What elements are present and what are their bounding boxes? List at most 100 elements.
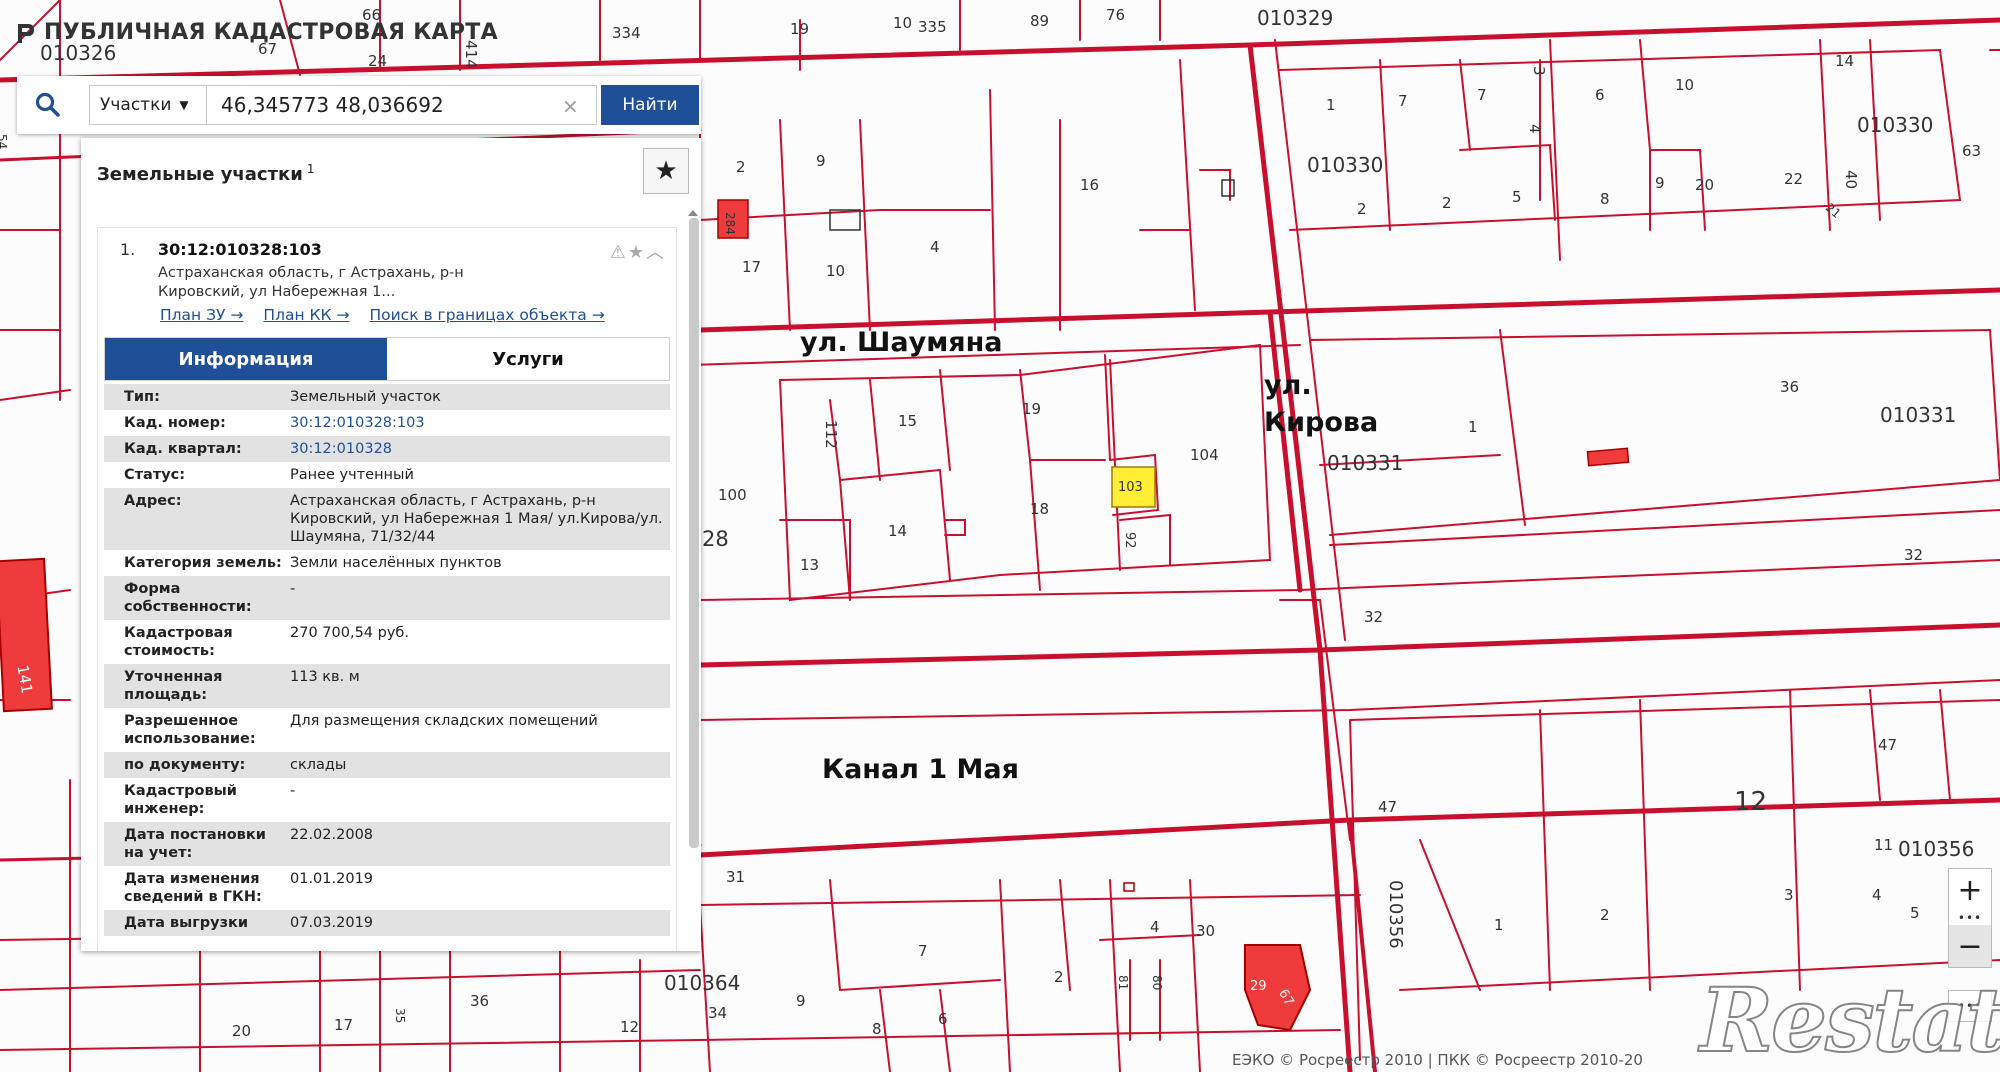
parcel-number: 100 [718,486,747,504]
parcel-number: 7 [1398,92,1408,110]
info-row: Тип: Земельный участок [104,384,670,410]
plan-kk-link[interactable]: План КК → [263,306,349,324]
plan-zu-link[interactable]: План ЗУ → [160,306,243,324]
parcel-number: 54 [0,134,9,149]
parcel-number: 2 [736,158,746,176]
info-key: Дата выгрузки [124,915,249,931]
star-icon: ★ [654,156,678,186]
scrollbar[interactable] [689,218,699,848]
parcel-number: 7 [918,942,928,960]
parcel-number: 5 [1910,904,1920,922]
parcel-number: 10 [1675,76,1694,94]
info-key: по документу: [124,757,246,773]
parcel-number: 2 [1357,200,1367,218]
info-key: Уточненная площадь: [124,669,223,703]
quarter-label: 010329 [1257,6,1333,30]
info-table: Тип: Земельный участок Кад. номер: 30:12:0… [104,384,670,936]
parcel-number: 1 [1326,96,1336,114]
parcel-number: 80 [1150,975,1164,990]
app-title-text: ПУБЛИЧНАЯ КАДАСТРОВАЯ КАРТА [44,20,498,45]
parcel-number: 13 [800,556,819,574]
parcel-number: 334 [612,24,641,42]
info-row: Адрес: Астраханская область, г Астрахань,… [104,488,670,550]
chevron-up-icon[interactable]: ︿ [646,242,666,263]
clear-search-icon[interactable]: × [562,94,579,118]
quarter-label: 010331 [1327,451,1403,475]
search-input[interactable] [207,85,597,125]
warning-icon[interactable]: ⚠ [610,242,628,263]
info-row: Дата изменения сведений в ГКН: 01.01.2019 [104,866,670,910]
parcel-number: 89 [1030,12,1049,30]
info-value: Земли населённых пунктов [290,555,502,571]
parcel-number: 2 [1600,906,1610,924]
parcel-number: 11 [1874,836,1893,854]
info-value: склады [290,757,347,773]
info-value: 270 700,54 руб. [290,625,409,641]
parcel-number: 76 [1106,6,1125,24]
favorite-star-button[interactable]: ★ [643,148,689,194]
parcel-number: 4 [1150,918,1160,936]
parcel-number: 19 [790,20,809,38]
info-value-link[interactable]: 30:12:010328:103 [290,414,670,432]
parcel-number: 1 [1468,418,1478,436]
quarter-label: 010331 [1880,403,1956,427]
result-item[interactable]: 1. 30:12:010328:103 ⚠★︿ Астраханская обл… [97,227,677,951]
parcel-number: 14 [888,522,907,540]
item-address: Астраханская область, г Астрахань, р-н К… [158,265,464,300]
info-key: Форма собственности: [124,581,252,615]
info-value: 113 кв. м [290,669,360,685]
street-label-canal: Канал 1 Мая [822,754,1019,785]
quarter-label: 010330 [1857,113,1933,137]
parcel-number: 29 [1250,979,1267,994]
search-in-bounds-link[interactable]: Поиск в границах объекта → [369,306,604,324]
parcel-number: 92 [1122,532,1137,549]
zoom-out-button[interactable]: − [1949,925,1991,967]
info-value: Для размещения складских помещений [290,713,598,729]
info-row: Статус: Ранее учтенный [104,462,670,488]
info-key: Дата изменения сведений в ГКН: [124,871,262,905]
parcel-number: 4 [930,238,940,256]
parcel-number: 9 [796,992,806,1010]
parcel-number: 20 [232,1022,251,1040]
parcel-number: 284 [723,212,737,235]
search-bar: Участки ▼ × Найти [17,76,701,134]
parcel-number: 7 [1477,86,1487,104]
info-value: Ранее учтенный [290,467,414,483]
street-label-kirova-line2: Кирова [1264,407,1378,438]
info-value: 07.03.2019 [290,915,374,931]
item-tabs: Информация Услуги [104,337,670,381]
item-links: План ЗУ → План КК → Поиск в границах объ… [160,306,605,324]
tab-services[interactable]: Услуги [387,338,669,380]
parcel-number: 31 [726,868,745,886]
parcel-number: 20 [1695,176,1714,194]
parcel-number: 10 [893,14,912,32]
parcel-number: 8 [1600,190,1610,208]
parcel-number: 6 [1595,86,1605,104]
quarter-label: 010356 [1898,837,1974,861]
parcel-number: 335 [918,18,947,36]
info-row: Категория земель: Земли населённых пункто… [104,550,670,576]
info-row: Кад. номер: 30:12:010328:103 [104,410,670,436]
parcel-number: 36 [470,992,489,1010]
info-key: Статус: [124,467,186,483]
info-row: Форма собственности: - [104,576,670,620]
info-row: Кадастровая стоимость: 270 700,54 руб. [104,620,670,664]
parcel-number: 32 [1904,546,1923,564]
info-value-link[interactable]: 30:12:010328 [290,440,670,458]
zoom-separator-dots: ••• [1957,911,1983,925]
parcel-number: 14 [1835,52,1854,70]
zoom-in-button[interactable]: + [1949,869,1991,911]
search-type-select[interactable]: Участки ▼ [89,85,207,125]
app-title: ПУБЛИЧНАЯ КАДАСТРОВАЯ КАРТА [14,20,498,45]
parcel-number: 8 [872,1020,882,1038]
info-key: Кад. номер: [124,415,226,431]
parcel-number: 9 [816,152,826,170]
scroll-up-arrow-icon[interactable] [688,210,698,216]
star-icon[interactable]: ★ [628,242,646,263]
info-row: Разрешенное использование: Для размещения… [104,708,670,752]
parcel-number: 47 [1878,736,1897,754]
tab-information[interactable]: Информация [105,338,387,380]
find-button[interactable]: Найти [601,85,699,125]
search-icon[interactable] [17,76,79,134]
info-row: Уточненная площадь: 113 кв. м [104,664,670,708]
